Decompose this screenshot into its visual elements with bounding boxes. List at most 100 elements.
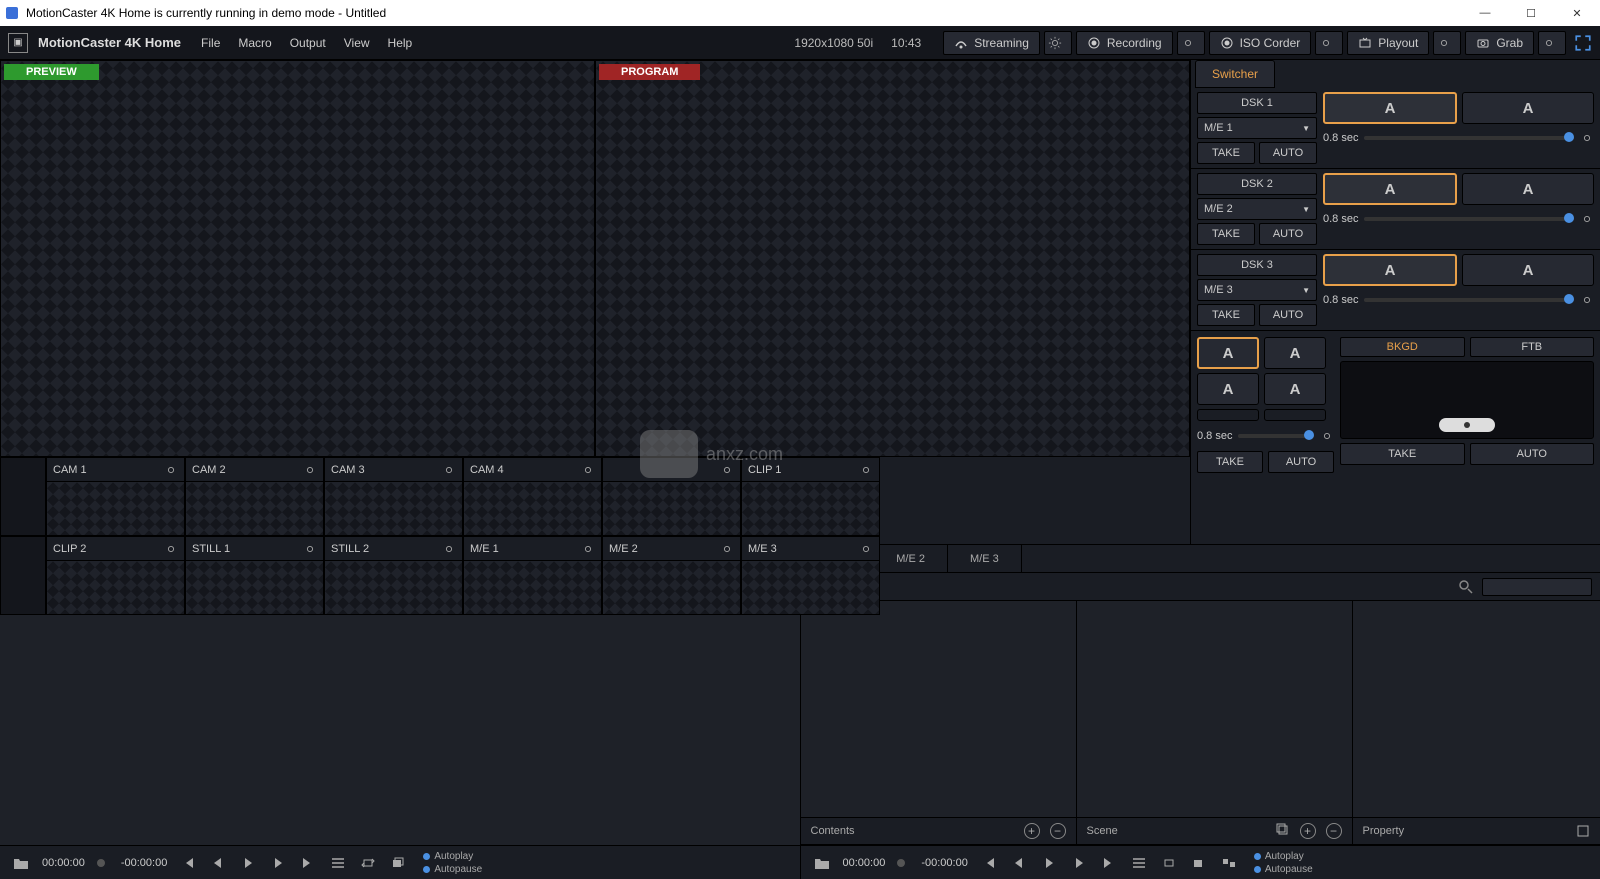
dsk-a-button-active[interactable]: A: [1323, 173, 1457, 205]
me-right-area[interactable]: [1077, 601, 1352, 817]
gear-icon[interactable]: [859, 542, 873, 556]
autoplay-indicator[interactable]: [1254, 853, 1261, 860]
dsk-take-button[interactable]: TAKE: [1197, 142, 1255, 164]
autoplay-indicator[interactable]: [423, 853, 430, 860]
source-me2[interactable]: M/E 2: [602, 536, 741, 615]
gear-icon[interactable]: [164, 542, 178, 556]
dsk-me-select[interactable]: M/E 2▼: [1197, 198, 1317, 220]
menu-help[interactable]: Help: [388, 36, 413, 50]
source-blank[interactable]: [602, 457, 741, 536]
source-me1[interactable]: M/E 1: [463, 536, 602, 615]
first-button[interactable]: [976, 853, 1002, 873]
playout-button[interactable]: Playout: [1347, 31, 1429, 55]
dsk-auto-button[interactable]: AUTO: [1259, 223, 1317, 245]
fullscreen-icon[interactable]: [1574, 34, 1592, 52]
grab-settings-button[interactable]: [1538, 31, 1566, 55]
recording-settings-button[interactable]: [1177, 31, 1205, 55]
gear-icon[interactable]: [442, 463, 456, 477]
dsk-slider[interactable]: [1364, 298, 1574, 302]
streaming-button[interactable]: Streaming: [943, 31, 1040, 55]
play-button[interactable]: [235, 853, 261, 873]
dsk-auto-button[interactable]: AUTO: [1259, 142, 1317, 164]
source-me3[interactable]: M/E 3: [741, 536, 880, 615]
source-cam4[interactable]: CAM 4: [463, 457, 602, 536]
prev-button[interactable]: [1006, 853, 1032, 873]
t-bar-handle[interactable]: [1439, 418, 1495, 432]
next-button[interactable]: [1066, 853, 1092, 873]
tab-me2[interactable]: M/E 2: [874, 545, 948, 573]
dsk-a-button[interactable]: A: [1462, 254, 1594, 286]
take-button[interactable]: TAKE: [1340, 443, 1465, 465]
dsk-take-button[interactable]: TAKE: [1197, 223, 1255, 245]
bus-a-button[interactable]: A: [1197, 337, 1259, 369]
remove-button[interactable]: −: [1326, 823, 1342, 839]
gear-icon[interactable]: [581, 542, 595, 556]
source-clip1[interactable]: CLIP 1: [741, 457, 880, 536]
autopause-indicator[interactable]: [423, 866, 430, 873]
source-still2[interactable]: STILL 2: [324, 536, 463, 615]
auto-button[interactable]: AUTO: [1268, 451, 1334, 473]
list-icon[interactable]: [325, 853, 351, 873]
bus-a-button[interactable]: A: [1264, 337, 1326, 369]
dsk-take-button[interactable]: TAKE: [1197, 304, 1255, 326]
autopause-indicator[interactable]: [1254, 866, 1261, 873]
source-clip2[interactable]: CLIP 2: [46, 536, 185, 615]
grab-button[interactable]: Grab: [1465, 31, 1534, 55]
minimize-button[interactable]: —: [1462, 0, 1508, 26]
source-still1[interactable]: STILL 1: [185, 536, 324, 615]
gear-icon[interactable]: [720, 463, 734, 477]
gear-icon[interactable]: [720, 542, 734, 556]
add-button[interactable]: +: [1024, 823, 1040, 839]
gear-icon[interactable]: [859, 463, 873, 477]
bkgd-label[interactable]: BKGD: [1340, 337, 1465, 357]
auto-button[interactable]: AUTO: [1470, 443, 1595, 465]
loop-icon[interactable]: [1156, 853, 1182, 873]
progress-dot[interactable]: [97, 859, 105, 867]
gear-icon[interactable]: [1320, 429, 1334, 443]
t-bar[interactable]: [1340, 361, 1594, 439]
dsk-a-button-active[interactable]: A: [1323, 254, 1457, 286]
tab-me3[interactable]: M/E 3: [948, 545, 1022, 573]
prev-button[interactable]: [205, 853, 231, 873]
dsk-a-button-active[interactable]: A: [1323, 92, 1457, 124]
next-button[interactable]: [265, 853, 291, 873]
last-button[interactable]: [295, 853, 321, 873]
dsk-me-select[interactable]: M/E 3▼: [1197, 279, 1317, 301]
gear-icon[interactable]: [1580, 293, 1594, 307]
play-button[interactable]: [1036, 853, 1062, 873]
clip-content-area[interactable]: [0, 601, 800, 845]
switcher-tab[interactable]: Switcher: [1195, 60, 1275, 88]
close-button[interactable]: ✕: [1554, 0, 1600, 26]
isocorder-button[interactable]: ISO Corder: [1209, 31, 1312, 55]
search-icon[interactable]: [1458, 579, 1474, 595]
gear-icon[interactable]: [581, 463, 595, 477]
isocorder-settings-button[interactable]: [1315, 31, 1343, 55]
take-button[interactable]: TAKE: [1197, 451, 1263, 473]
gear-icon[interactable]: [303, 542, 317, 556]
transition-slider[interactable]: [1238, 434, 1314, 438]
menu-file[interactable]: File: [201, 36, 220, 50]
gear-icon[interactable]: [303, 463, 317, 477]
dsk-a-button[interactable]: A: [1462, 92, 1594, 124]
list-icon[interactable]: [1126, 853, 1152, 873]
bus-a-button[interactable]: A: [1264, 373, 1326, 405]
folder-icon[interactable]: [8, 853, 34, 873]
gear-icon[interactable]: [164, 463, 178, 477]
source-cam1[interactable]: CAM 1: [46, 457, 185, 536]
dsk-me-select[interactable]: M/E 1▼: [1197, 117, 1317, 139]
maximize-button[interactable]: ☐: [1508, 0, 1554, 26]
last-button[interactable]: [1096, 853, 1122, 873]
playout-settings-button[interactable]: [1433, 31, 1461, 55]
source-cam2[interactable]: CAM 2: [185, 457, 324, 536]
progress-dot[interactable]: [897, 859, 905, 867]
first-button[interactable]: [175, 853, 201, 873]
loop-icon[interactable]: [355, 853, 381, 873]
menu-output[interactable]: Output: [290, 36, 326, 50]
save-icon[interactable]: [1576, 824, 1590, 838]
stack-icon[interactable]: [1186, 853, 1212, 873]
preview-monitor[interactable]: PREVIEW: [0, 60, 595, 457]
search-input[interactable]: [1482, 578, 1592, 596]
streaming-settings-button[interactable]: [1044, 31, 1072, 55]
property-area[interactable]: [1353, 601, 1600, 817]
recording-button[interactable]: Recording: [1076, 31, 1173, 55]
